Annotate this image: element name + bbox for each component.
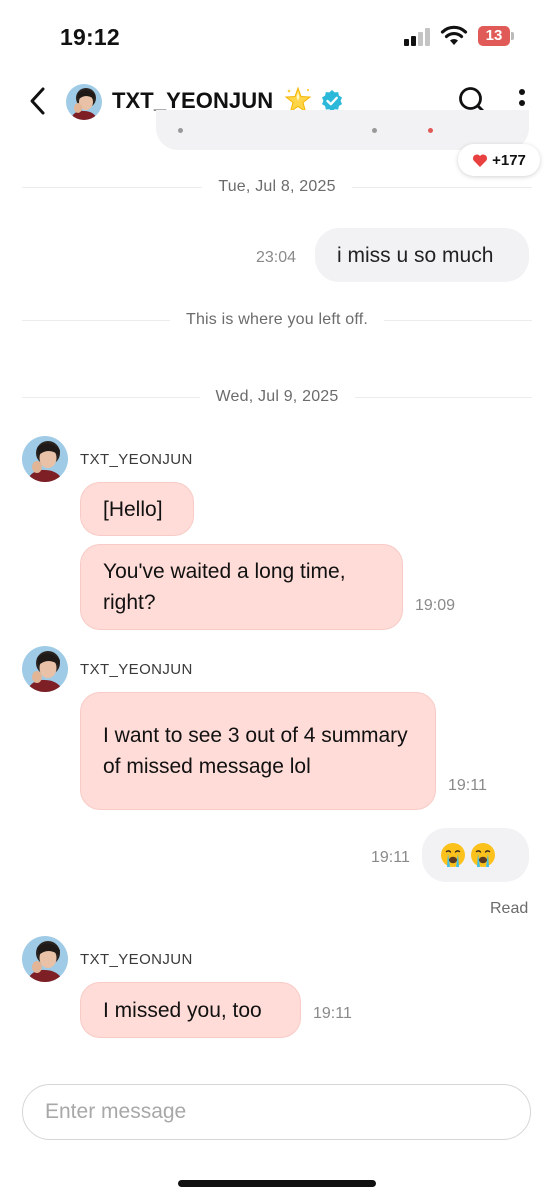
message-input-container xyxy=(22,1084,531,1140)
date-divider-label: Wed, Jul 9, 2025 xyxy=(215,388,339,405)
message-text: You've waited a long time, right? xyxy=(103,560,346,614)
their-message-bubble[interactable]: You've waited a long time, right? xyxy=(80,544,403,630)
their-message-bubble[interactable]: I missed you, too xyxy=(80,982,301,1038)
heart-icon xyxy=(473,153,488,167)
wifi-icon xyxy=(440,25,468,45)
their-message-bubble[interactable]: I want to see 3 out of 4 summary of miss… xyxy=(80,692,436,810)
battery-level: 13 xyxy=(478,26,510,46)
message-input[interactable] xyxy=(23,1085,530,1139)
message-time: 19:09 xyxy=(415,597,456,614)
message-time: 19:11 xyxy=(313,1005,352,1022)
date-divider-label: Tue, Jul 8, 2025 xyxy=(218,178,336,195)
left-off-label: This is where you left off. xyxy=(185,311,369,328)
message-time: 19:11 xyxy=(371,849,410,866)
back-arrow-icon[interactable] xyxy=(24,84,54,118)
reaction-count: +177 xyxy=(492,151,526,169)
message-text: I want to see 3 out of 4 summary of miss… xyxy=(103,724,408,778)
cellular-signal-icon xyxy=(404,28,434,46)
battery-icon: 13 xyxy=(478,26,514,46)
message-text: [Hello] xyxy=(103,497,163,521)
message-text: i miss u so much xyxy=(337,243,494,267)
home-indicator[interactable] xyxy=(178,1180,376,1187)
previous-message-fragment xyxy=(372,128,377,133)
sender-avatar[interactable] xyxy=(22,436,68,482)
sender-avatar[interactable] xyxy=(22,646,68,692)
sender-name: TXT_YEONJUN xyxy=(80,951,193,968)
crying-face-icon xyxy=(441,843,465,867)
reaction-badge[interactable]: +177 xyxy=(458,144,540,176)
message-time: 23:04 xyxy=(256,249,297,266)
crying-face-icon xyxy=(471,843,495,867)
date-divider: Wed, Jul 9, 2025 xyxy=(22,388,533,406)
sender-name: TXT_YEONJUN xyxy=(80,661,193,678)
message-time: 19:11 xyxy=(448,777,487,794)
my-message-bubble[interactable]: 😭😭 xyxy=(422,828,529,882)
sender-name: TXT_YEONJUN xyxy=(80,451,193,468)
previous-message-fragment xyxy=(178,128,183,133)
my-message-bubble[interactable]: i miss u so much xyxy=(315,228,529,282)
sender-avatar[interactable] xyxy=(22,936,68,982)
status-time: 19:12 xyxy=(60,24,120,50)
date-divider: Tue, Jul 8, 2025 xyxy=(22,178,533,196)
previous-message-fragment xyxy=(428,128,433,133)
message-text: I missed you, too xyxy=(103,998,262,1022)
their-message-bubble[interactable]: [Hello] xyxy=(80,482,194,536)
left-off-divider: This is where you left off. xyxy=(22,311,533,329)
header-avatar[interactable] xyxy=(66,84,102,120)
read-receipt: Read xyxy=(490,900,529,917)
